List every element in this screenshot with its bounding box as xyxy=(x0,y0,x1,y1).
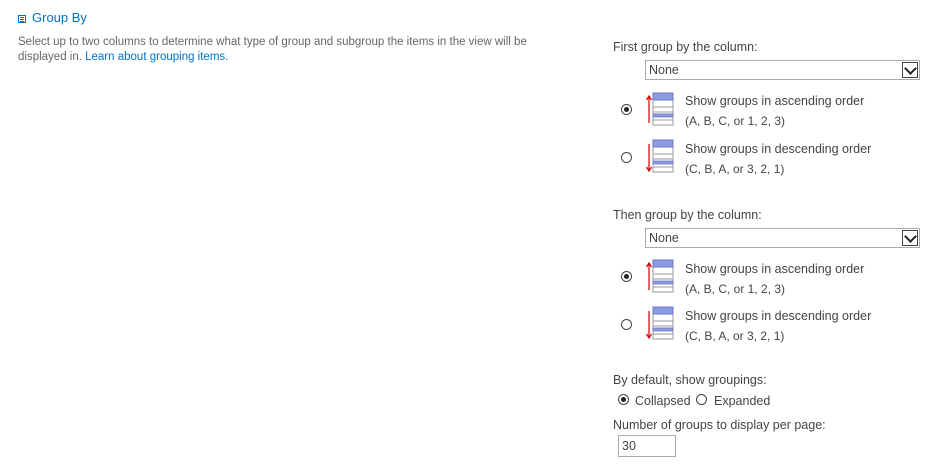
sort-descending-icon xyxy=(645,306,674,340)
then-descending-option: Show groups in descending order (C, B, A… xyxy=(685,306,871,346)
collapsed-label: Collapsed xyxy=(635,394,691,408)
then-descending-line1: Show groups in descending order xyxy=(685,309,872,323)
first-ascending-radio[interactable] xyxy=(621,104,632,115)
sort-ascending-icon xyxy=(645,92,674,126)
first-group-selected-value: None xyxy=(649,63,679,77)
first-descending-line2: (C, B, A, or 3, 2, 1) xyxy=(685,162,785,176)
then-ascending-line1: Show groups in ascending order xyxy=(685,262,865,276)
section-description: Select up to two columns to determine wh… xyxy=(18,35,578,65)
then-descending-radio[interactable] xyxy=(621,319,632,330)
default-groupings-label: By default, show groupings: xyxy=(613,373,767,387)
groups-per-page-label: Number of groups to display per page: xyxy=(613,418,826,432)
first-descending-line1: Show groups in descending order xyxy=(685,142,872,156)
then-descending-line2: (C, B, A, or 3, 2, 1) xyxy=(685,329,785,343)
then-ascending-line2: (A, B, C, or 1, 2, 3) xyxy=(685,282,786,296)
sort-ascending-icon xyxy=(645,259,674,293)
section-header[interactable]: Group By xyxy=(18,10,87,25)
groups-per-page-input[interactable]: 30 xyxy=(618,435,676,457)
first-descending-radio[interactable] xyxy=(621,152,632,163)
chevron-down-icon[interactable] xyxy=(902,62,918,78)
chevron-down-icon[interactable] xyxy=(902,230,918,246)
sort-descending-icon xyxy=(645,139,674,173)
first-descending-option: Show groups in descending order (C, B, A… xyxy=(685,139,871,179)
then-group-select[interactable]: None xyxy=(645,228,920,248)
then-ascending-radio[interactable] xyxy=(621,271,632,282)
first-group-select[interactable]: None xyxy=(645,60,920,80)
first-group-label: First group by the column: xyxy=(613,40,758,54)
first-ascending-line1: Show groups in ascending order xyxy=(685,94,865,108)
then-group-selected-value: None xyxy=(649,231,679,245)
collapse-icon[interactable] xyxy=(18,14,26,23)
section-title: Group By xyxy=(32,10,87,25)
first-ascending-option: Show groups in ascending order (A, B, C,… xyxy=(685,91,864,131)
expanded-label: Expanded xyxy=(714,394,771,408)
collapsed-radio[interactable] xyxy=(618,394,629,405)
first-ascending-line2: (A, B, C, or 1, 2, 3) xyxy=(685,114,786,128)
expanded-radio[interactable] xyxy=(696,394,707,405)
then-ascending-option: Show groups in ascending order (A, B, C,… xyxy=(685,259,864,299)
then-group-label: Then group by the column: xyxy=(613,208,762,222)
learn-more-link[interactable]: Learn about grouping items. xyxy=(85,51,228,63)
